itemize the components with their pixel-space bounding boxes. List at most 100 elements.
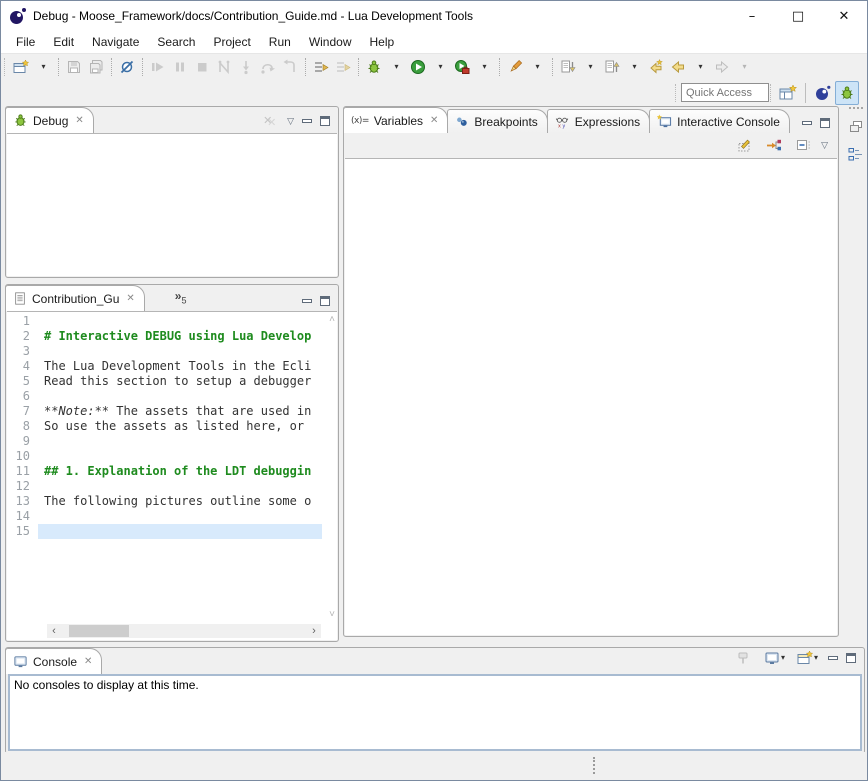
window-maximize-button[interactable]: □ (775, 1, 821, 31)
menu-item[interactable]: Edit (44, 31, 83, 53)
suspend-button[interactable] (169, 56, 191, 78)
open-task-dropdown[interactable]: ▾ (526, 56, 548, 78)
window-minimize-button[interactable]: – (729, 1, 775, 31)
forward-button[interactable] (711, 56, 733, 78)
drop-to-frame-button[interactable] (332, 56, 354, 78)
editor-line[interactable]: 4 The Lua Development Tools in the Ecli (7, 359, 322, 374)
variables-view-content[interactable] (345, 158, 837, 635)
tab-variables[interactable]: (x)= Variables ✕ (343, 107, 448, 133)
menu-item[interactable]: Navigate (83, 31, 148, 53)
scrollbar-track[interactable] (61, 624, 307, 638)
close-icon[interactable]: ✕ (126, 293, 134, 304)
step-over-button[interactable] (257, 56, 279, 78)
editor-line[interactable]: 11 ## 1. Explanation of the LDT debuggin (7, 464, 322, 479)
trim-drag-handle[interactable] (849, 107, 863, 109)
save-all-button[interactable] (85, 56, 107, 78)
scroll-left-arrow[interactable]: ‹ (47, 624, 61, 638)
quick-access-input[interactable] (681, 83, 769, 102)
editor-line[interactable]: 3 (7, 344, 322, 359)
show-logical-structures-button[interactable] (763, 134, 785, 156)
last-edit-location-button[interactable] (645, 56, 667, 78)
menu-item[interactable]: Help (361, 31, 404, 53)
minimize-view-button[interactable] (302, 119, 312, 123)
editor-line[interactable]: 15 (7, 524, 322, 539)
editor-line[interactable]: 10 (7, 449, 322, 464)
view-menu-button[interactable]: ▽ (287, 116, 294, 126)
maximize-view-button[interactable] (320, 116, 330, 126)
editor-line[interactable]: 6 (7, 389, 322, 404)
console-content[interactable]: No consoles to display at this time. (8, 674, 862, 751)
editor-line[interactable]: 8 So use the assets as listed here, or (7, 419, 322, 434)
restore-views-button[interactable] (845, 115, 867, 137)
menu-item[interactable]: Project (204, 31, 259, 53)
show-type-names-button[interactable] (734, 134, 756, 156)
disconnect-button[interactable] (213, 56, 235, 78)
forward-dropdown[interactable]: ▾ (733, 56, 755, 78)
back-dropdown[interactable]: ▾ (689, 56, 711, 78)
editor-overflow-chevron[interactable]: »5 (175, 289, 187, 305)
tab-console[interactable]: Console ✕ (5, 648, 102, 674)
tab-debug[interactable]: Debug ✕ (5, 107, 94, 133)
scroll-down-arrow[interactable]: ˅ (329, 609, 335, 620)
tab-expressions[interactable]: xy Expressions (547, 109, 650, 133)
scroll-up-arrow[interactable]: ˄ (329, 314, 335, 325)
save-button[interactable] (63, 56, 85, 78)
debug-view-content[interactable] (7, 133, 337, 276)
use-step-filters-button[interactable] (310, 56, 332, 78)
previous-annotation-button[interactable] (601, 56, 623, 78)
minimize-view-button[interactable] (828, 656, 838, 660)
menu-item[interactable]: File (7, 31, 44, 53)
debug-button[interactable] (363, 56, 385, 78)
run-button[interactable] (407, 56, 429, 78)
debug-dropdown[interactable]: ▾ (385, 56, 407, 78)
editor-line[interactable]: 7 **Note:** The assets that are used in (7, 404, 322, 419)
tab-breakpoints[interactable]: Breakpoints (447, 109, 547, 133)
open-console-button[interactable]: ▾ (795, 647, 820, 669)
maximize-view-button[interactable] (320, 296, 330, 306)
run-dropdown[interactable]: ▾ (429, 56, 451, 78)
scrollbar-thumb[interactable] (69, 625, 129, 637)
maximize-view-button[interactable] (820, 118, 830, 128)
open-perspective-button[interactable] (776, 81, 800, 105)
scroll-right-arrow[interactable]: › (307, 624, 321, 638)
horizontal-scrollbar[interactable]: ‹ › (47, 624, 321, 638)
previous-annotation-dropdown[interactable]: ▾ (623, 56, 645, 78)
external-tools-button[interactable] (451, 56, 473, 78)
menu-item[interactable]: Window (300, 31, 361, 53)
editor-line[interactable]: 9 (7, 434, 322, 449)
close-icon[interactable]: ✕ (75, 115, 83, 126)
close-icon[interactable]: ✕ (84, 656, 92, 667)
debug-perspective-button[interactable] (835, 81, 859, 105)
tab-contribution-guide[interactable]: Contribution_Gu ✕ (5, 285, 145, 311)
skip-all-breakpoints-button[interactable] (116, 56, 138, 78)
pin-console-button[interactable] (732, 647, 754, 669)
menu-item[interactable]: Run (260, 31, 300, 53)
new-dropdown[interactable]: ▾ (32, 56, 54, 78)
menu-item[interactable]: Search (148, 31, 204, 53)
back-button[interactable] (667, 56, 689, 78)
remove-all-terminated-button[interactable]: ✕✕ (263, 114, 279, 128)
collapse-all-button[interactable] (792, 134, 814, 156)
editor-line[interactable]: 2 # Interactive DEBUG using Lua Develop (7, 329, 322, 344)
editor-content[interactable]: 1 2 # Interactive DEBUG using Lua Develo… (7, 311, 337, 640)
new-wizard-button[interactable] (10, 56, 32, 78)
minimize-view-button[interactable] (302, 299, 312, 303)
resume-button[interactable] (147, 56, 169, 78)
outline-view-button[interactable] (845, 143, 867, 165)
editor-line[interactable]: 12 (7, 479, 322, 494)
step-into-button[interactable] (235, 56, 257, 78)
maximize-view-button[interactable] (846, 653, 856, 663)
editor-line[interactable]: 14 (7, 509, 322, 524)
lua-perspective-button[interactable] (811, 81, 835, 105)
editor-line[interactable]: 13 The following pictures outline some o (7, 494, 322, 509)
open-task-button[interactable] (504, 56, 526, 78)
display-selected-console-button[interactable]: ▾ (762, 647, 787, 669)
window-close-button[interactable]: ✕ (821, 1, 867, 31)
next-annotation-button[interactable] (557, 56, 579, 78)
tab-interactive-console[interactable]: Interactive Console (649, 109, 790, 133)
view-menu-button[interactable]: ▽ (821, 140, 828, 150)
step-return-button[interactable] (279, 56, 301, 78)
terminate-button[interactable] (191, 56, 213, 78)
minimize-view-button[interactable] (802, 121, 812, 125)
close-icon[interactable]: ✕ (430, 115, 438, 126)
